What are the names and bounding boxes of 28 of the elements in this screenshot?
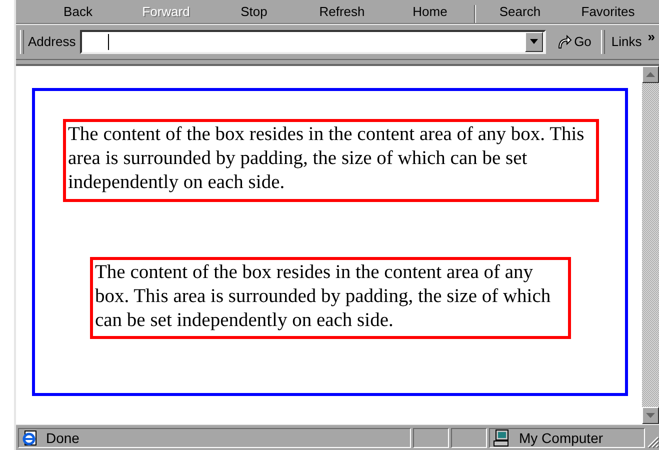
down-arrow-icon: [646, 413, 655, 418]
content-box: The content of the box resides in the content area of any box. This area is surrounded by padding, the size of which can be set independently on each side.: [63, 118, 599, 202]
resize-grip-icon[interactable]: [647, 436, 659, 448]
status-pane: [413, 428, 449, 448]
scroll-up-button[interactable]: [642, 66, 659, 83]
links-button[interactable]: Links: [609, 34, 644, 50]
toolbar-button[interactable]: Search: [476, 4, 564, 23]
go-button[interactable]: Go: [550, 34, 598, 50]
toolbar-button[interactable]: Favorites: [564, 4, 652, 23]
address-field[interactable]: [80, 30, 546, 54]
toolbar-button[interactable]: Back: [34, 4, 122, 23]
status-text: Done: [46, 430, 80, 446]
computer-icon: [493, 429, 511, 447]
address-label: Address: [28, 34, 76, 50]
content-box: The content of the box resides in the content area of any box. This area is surrounded by padding, the size of which can be set independently on each side.: [90, 256, 571, 339]
toolbar-button[interactable]: Home: [386, 4, 474, 23]
page-icon: [22, 430, 38, 446]
status-pane: [451, 428, 487, 448]
toolbar-button[interactable]: Refresh: [298, 4, 386, 23]
scrollbar[interactable]: [642, 66, 659, 424]
up-arrow-icon: [646, 72, 655, 77]
arrow-icon: [556, 34, 572, 50]
scroll-down-button[interactable]: [642, 407, 659, 424]
caret-icon: [530, 39, 538, 44]
dropdown-button[interactable]: [525, 32, 544, 52]
zone-text: My Computer: [519, 430, 604, 446]
chevron-button[interactable]: »: [648, 28, 655, 44]
toolbar-button[interactable]: Stop: [210, 4, 298, 23]
